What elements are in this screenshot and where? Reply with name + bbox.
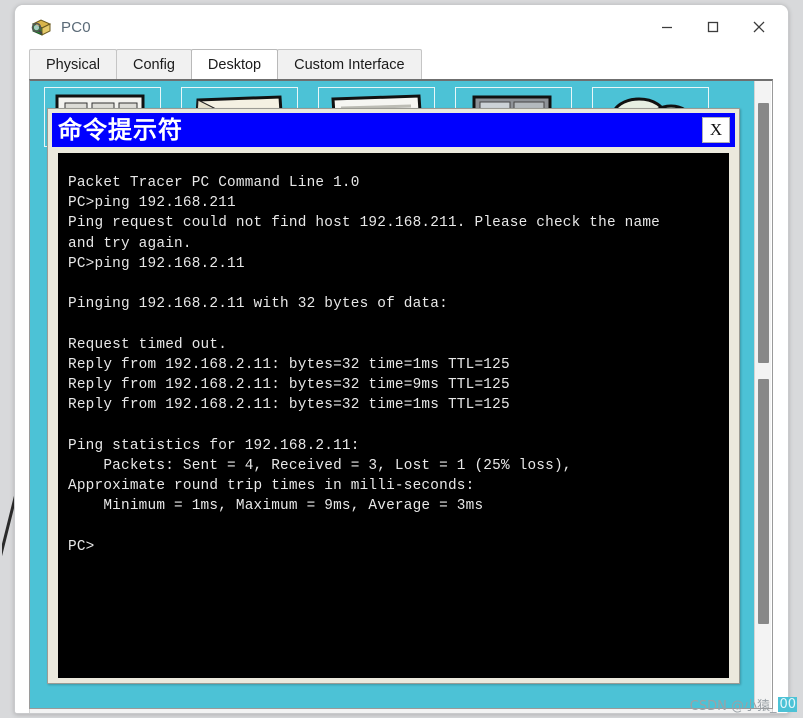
command-prompt-dialog: 命令提示符 X Packet Tracer PC Command Line 1.… [47,108,740,684]
tab-desktop[interactable]: Desktop [190,49,279,79]
terminal-frame: Packet Tracer PC Command Line 1.0 PC>pin… [52,153,735,678]
command-prompt-close-button[interactable]: X [702,117,730,143]
vertical-scrollbar-thumb-upper[interactable] [758,103,769,363]
tab-config[interactable]: Config [116,49,192,79]
window-controls [644,5,782,49]
packet-tracer-icon [29,15,53,39]
maximize-button[interactable] [690,7,736,47]
close-button[interactable] [736,7,782,47]
desktop-canvas: 命令提示符 X Packet Tracer PC Command Line 1.… [29,79,773,709]
window-title-text: PC0 [61,18,91,36]
horizontal-scrollbar[interactable] [29,709,773,713]
window-titlebar: PC0 [15,5,788,49]
page-root: PC0 Physical Config Desktop Custom Inter… [0,0,803,718]
desktop-background: 命令提示符 X Packet Tracer PC Command Line 1.… [30,81,756,708]
window-title-group: PC0 [29,15,91,39]
command-prompt-title: 命令提示符 [58,116,183,144]
command-prompt-titlebar: 命令提示符 X [52,113,735,147]
vertical-scrollbar[interactable] [754,81,771,708]
pc0-window: PC0 Physical Config Desktop Custom Inter… [14,4,789,714]
tab-custom-interface[interactable]: Custom Interface [277,49,422,79]
terminal-output[interactable]: Packet Tracer PC Command Line 1.0 PC>pin… [58,153,729,678]
tab-strip: Physical Config Desktop Custom Interface [15,49,788,79]
tab-physical[interactable]: Physical [29,49,117,79]
minimize-button[interactable] [644,7,690,47]
vertical-scrollbar-thumb-lower[interactable] [758,379,769,624]
